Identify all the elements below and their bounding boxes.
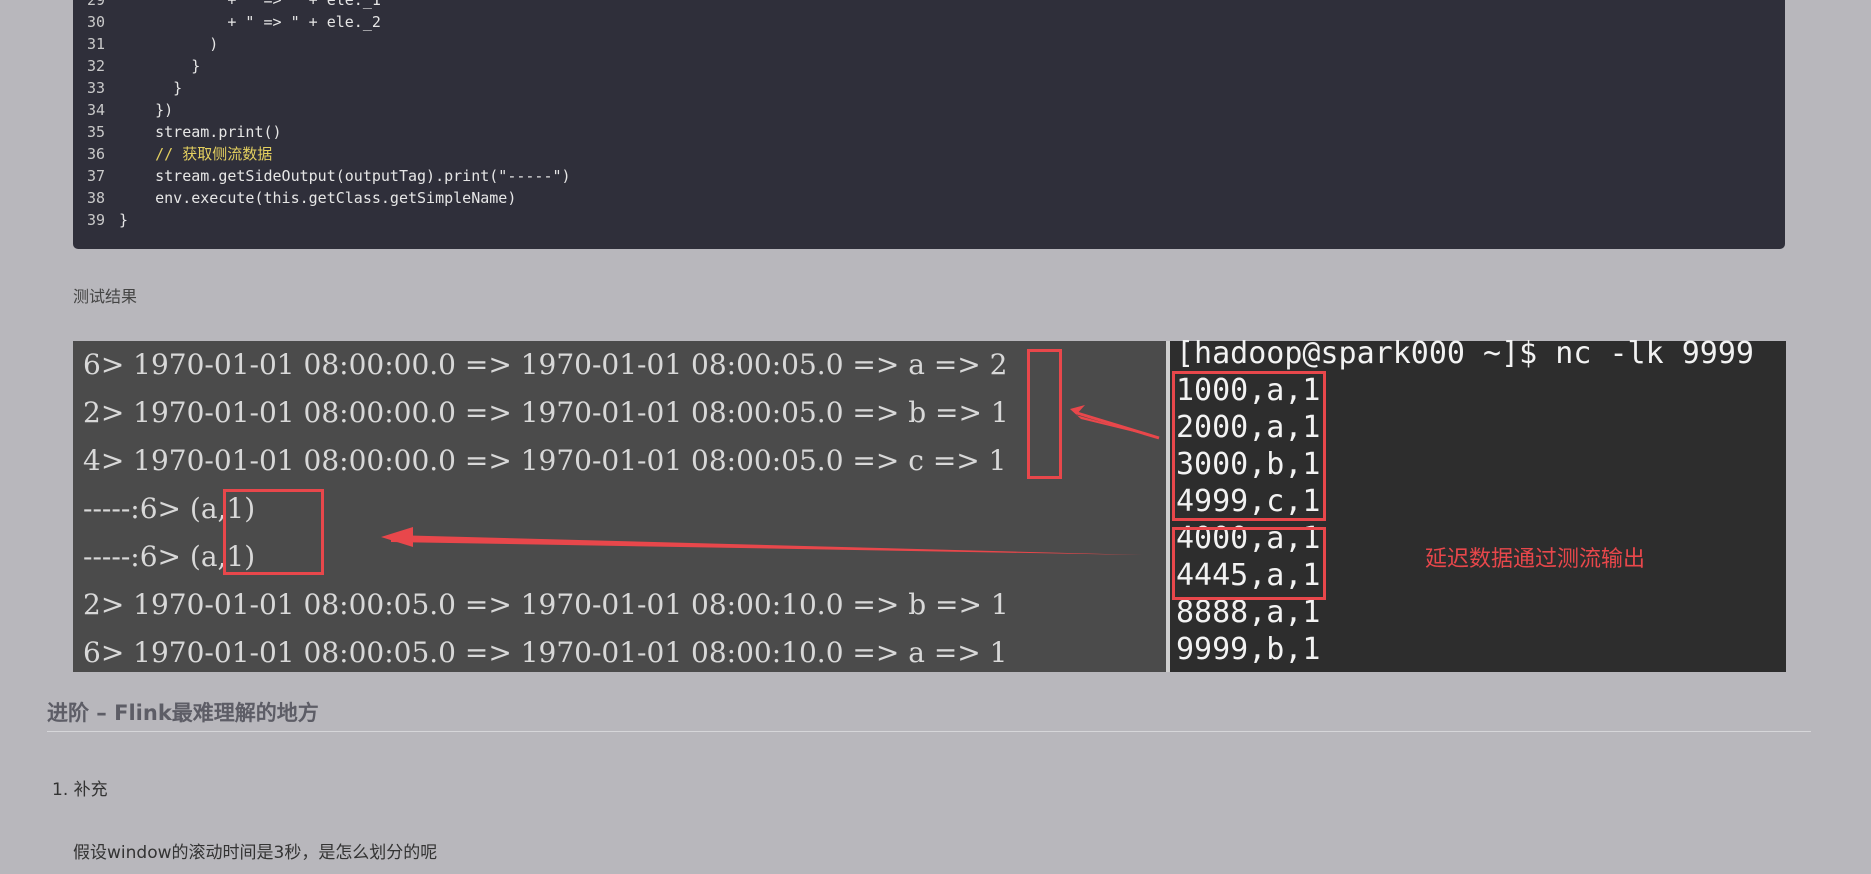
code-line: 39} — [73, 209, 128, 231]
line-number: 31 — [86, 35, 105, 53]
code-text: } — [119, 57, 201, 75]
arrow-to-counts-icon — [1076, 411, 1160, 440]
code-line: 31 ) — [73, 33, 218, 55]
line-number: 32 — [86, 57, 105, 75]
test-result-image: 6> 1970-01-01 08:00:00.0 => 1970-01-01 0… — [73, 336, 1786, 672]
section-label: 测试结果 — [73, 287, 138, 306]
code-comment: // 获取侧流数据 — [119, 145, 273, 163]
code-text: stream.print() — [119, 123, 282, 141]
code-line: 30 + " => " + ele._2 — [73, 11, 381, 33]
code-line: 37 stream.getSideOutput(outputTag).print… — [73, 165, 571, 187]
code-line: 29 + " => " + ele._1 — [73, 0, 381, 11]
code-line: 38 env.execute(this.getClass.getSimpleNa… — [73, 187, 516, 209]
line-number: 30 — [86, 13, 105, 31]
code-line: 32 } — [73, 55, 200, 77]
code-line: 34 }) — [73, 99, 173, 121]
line-number: 39 — [86, 211, 105, 229]
paragraph: 假设window的滚动时间是3秒，是怎么划分的呢 — [73, 843, 438, 863]
line-number: 33 — [86, 79, 105, 97]
line-number: 29 — [86, 0, 105, 9]
code-text: + " => " + ele._2 — [119, 13, 381, 31]
line-number: 37 — [86, 167, 105, 185]
annotation-arrows — [381, 405, 1160, 555]
line-number: 34 — [86, 101, 105, 119]
code-text: + " => " + ele._1 — [119, 0, 381, 9]
line-number: 36 — [86, 145, 105, 163]
line-number: 38 — [86, 189, 105, 207]
code-text: stream.getSideOutput(outputTag).print("-… — [119, 167, 571, 185]
code-text: env.execute(this.getClass.getSimpleName) — [119, 189, 517, 207]
arrow-to-side-output-icon — [391, 535, 1143, 555]
code-line: 36 // 获取侧流数据 — [73, 143, 272, 165]
code-text: } — [119, 79, 183, 97]
code-block: 29 + " => " + ele._1 30 + " => " + ele._… — [73, 0, 1785, 249]
heading-divider — [47, 731, 1811, 732]
code-line: 33 } — [73, 77, 182, 99]
code-text: ) — [119, 35, 219, 53]
arrow-head-icon — [381, 527, 413, 547]
line-number: 35 — [86, 123, 105, 141]
section-heading: 进阶 – Flink最难理解的地方 — [47, 701, 319, 725]
code-line: 35 stream.print() — [73, 121, 282, 143]
code-text: } — [119, 211, 129, 229]
list-item: 1. 补充 — [52, 780, 108, 800]
code-text: }) — [119, 101, 174, 119]
